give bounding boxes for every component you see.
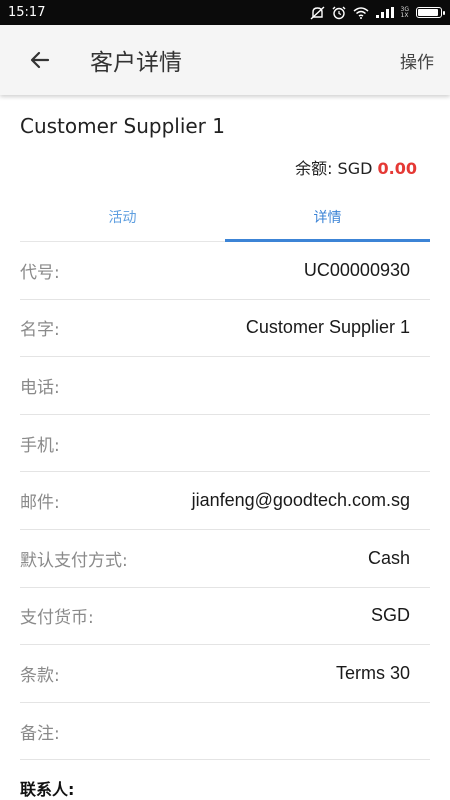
customer-name: Customer Supplier 1: [20, 114, 225, 138]
detail-value: SGD: [370, 605, 410, 626]
wifi-icon: [353, 6, 369, 19]
detail-label: 代号:: [20, 262, 60, 283]
network-type-bottom: 1X: [400, 11, 409, 19]
status-time: 15:17: [8, 5, 46, 20]
arrow-left-icon: [30, 51, 50, 69]
detail-value: Terms 30: [335, 662, 410, 683]
detail-row-currency: 支付货币: SGD: [20, 588, 430, 646]
detail-label: 备注:: [20, 723, 60, 744]
detail-row-payment-method: 默认支付方式: Cash: [20, 530, 430, 588]
detail-value: jianfeng@goodtech.com.sg: [191, 490, 410, 511]
detail-value: Cash: [367, 547, 410, 568]
tab-details[interactable]: 详情: [225, 192, 430, 242]
balance: 余额: SGD 0.00: [295, 155, 417, 179]
detail-row-phone: 电话:: [20, 357, 430, 415]
detail-label: 名字:: [20, 320, 60, 341]
network-type: 3G 1X: [400, 6, 409, 19]
tab-bar: 活动 详情: [20, 192, 430, 242]
battery-icon: [416, 7, 445, 18]
detail-row-notes: 备注:: [20, 703, 430, 761]
detail-label: 支付货币:: [20, 608, 94, 629]
detail-label: 邮件:: [20, 493, 60, 514]
detail-value: UC00000930: [303, 259, 410, 280]
balance-amount: 0.00: [377, 159, 417, 178]
actions-button[interactable]: 操作: [400, 48, 434, 73]
mute-icon: [310, 5, 325, 20]
detail-value: Customer Supplier 1: [245, 317, 410, 338]
battery-level: [418, 9, 438, 16]
detail-label: 电话:: [20, 377, 60, 398]
detail-row-mobile: 手机:: [20, 415, 430, 473]
detail-row-email: 邮件: jianfeng@goodtech.com.sg: [20, 472, 430, 530]
status-bar: 15:17 3G 1X: [0, 0, 450, 25]
detail-list: 代号: UC00000930 名字: Customer Supplier 1 电…: [20, 242, 430, 761]
status-icons: 3G 1X: [310, 5, 445, 20]
alarm-icon: [332, 6, 346, 19]
signal-icon: [375, 7, 394, 18]
detail-label: 手机:: [20, 435, 60, 456]
detail-row-code: 代号: UC00000930: [20, 242, 430, 300]
tab-activity[interactable]: 活动: [20, 192, 225, 241]
detail-row-terms: 条款: Terms 30: [20, 645, 430, 703]
balance-label: 余额: SGD: [295, 159, 378, 178]
detail-label: 条款:: [20, 665, 60, 686]
detail-row-name: 名字: Customer Supplier 1: [20, 300, 430, 358]
app-bar: 客户详情 操作: [0, 25, 450, 95]
back-button[interactable]: [14, 34, 66, 86]
contacts-heading: 联系人:: [20, 780, 75, 799]
page-title: 客户详情: [90, 50, 182, 76]
detail-label: 默认支付方式:: [20, 550, 128, 571]
